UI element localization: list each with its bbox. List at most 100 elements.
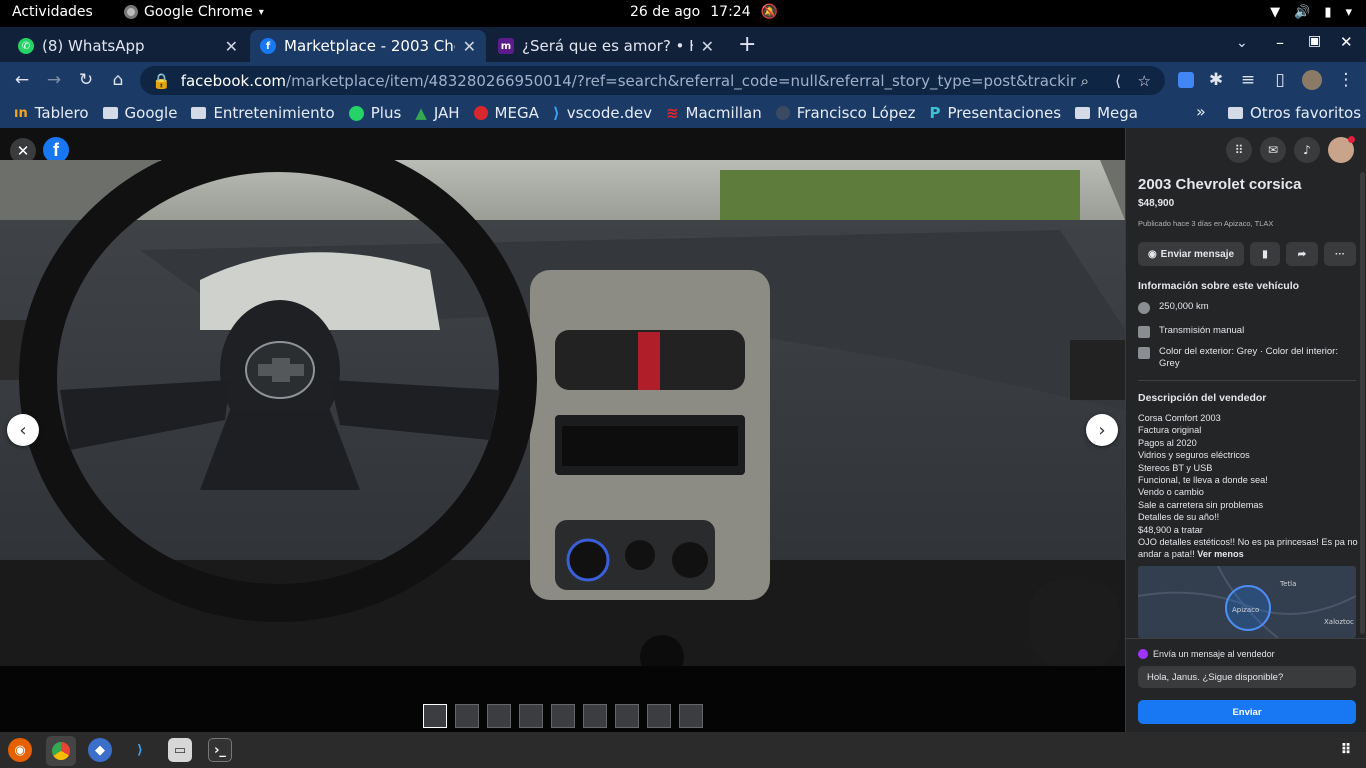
files-icon[interactable]: ▭ (168, 738, 192, 762)
facebook-icon: f (260, 38, 276, 54)
tab-hbo[interactable]: m ¿Será que es amor? • HBO ✕ (488, 30, 724, 62)
photo-thumbnail[interactable] (615, 704, 639, 728)
firefox-icon[interactable]: ◉ (8, 738, 32, 762)
google-translate-icon[interactable] (1170, 65, 1202, 95)
map-label: Xaloztoc (1324, 618, 1354, 626)
bookmark-otros-favoritos[interactable]: Otros favoritos (1228, 104, 1361, 122)
close-window-button[interactable]: ✕ (1340, 33, 1353, 51)
clock[interactable]: 26 de ago 17:24 🔕 (630, 4, 778, 20)
bookmark-plus[interactable]: Plus (348, 104, 401, 122)
app-grid-icon[interactable]: ⠿ (1334, 738, 1358, 762)
new-tab-button[interactable]: + (738, 32, 756, 57)
more-options-button[interactable]: ··· (1324, 242, 1356, 266)
bookmark-francisco-lopez[interactable]: Francisco López (775, 104, 915, 122)
chevron-down-icon: ▾ (258, 6, 264, 18)
photo-thumbnail[interactable] (679, 704, 703, 728)
photo-thumbnail[interactable] (551, 704, 575, 728)
taskbar: ◉ ◆ ⟩ ▭ ›_ ⠿ (0, 732, 1366, 768)
messenger-icon (1138, 649, 1148, 659)
activities-button[interactable]: Actividades (12, 4, 93, 20)
save-button[interactable]: ▮ (1250, 242, 1280, 266)
bookmark-entretenimiento[interactable]: Entretenimiento (191, 104, 335, 122)
photo-thumbnail[interactable] (583, 704, 607, 728)
listing-photo (0, 160, 1125, 666)
extensions-icon[interactable]: ✱ (1200, 65, 1232, 95)
send-message-button[interactable]: ◉ Enviar mensaje (1138, 242, 1244, 266)
avatar[interactable] (1328, 136, 1355, 163)
photo-thumbnail[interactable] (519, 704, 543, 728)
forward-icon[interactable]: → (38, 65, 70, 95)
see-less-link[interactable]: Ver menos (1197, 549, 1243, 559)
tab-title: Marketplace - 2003 Chevrolet (284, 37, 455, 55)
map-label: Apizaco (1232, 606, 1260, 614)
chrome-icon[interactable] (46, 736, 76, 766)
photo-thumbnail[interactable] (647, 704, 671, 728)
photo-thumbnail[interactable] (455, 704, 479, 728)
bookmark-presentaciones[interactable]: P Presentaciones (929, 104, 1061, 122)
zoom-icon[interactable]: ⌕ (1081, 72, 1089, 90)
tab-whatsapp[interactable]: ✆ (8) WhatsApp ✕ (8, 30, 248, 62)
mega-icon (473, 106, 488, 120)
vscode-icon[interactable]: ⟩ (128, 738, 152, 762)
map-label: Tetla (1280, 580, 1297, 588)
next-photo-button[interactable]: › (1086, 414, 1118, 446)
menu-icon[interactable]: ⋮ (1330, 65, 1362, 95)
hbo-max-icon: m (498, 38, 514, 54)
minimize-button[interactable]: – (1276, 33, 1284, 52)
bookmark-macmillan[interactable]: ≋ Macmillan (666, 104, 762, 122)
address-bar[interactable]: 🔒 facebook.com /marketplace/item/4832802… (140, 66, 1165, 95)
tab-strip: ✆ (8) WhatsApp ✕ f Marketplace - 2003 Ch… (0, 27, 1366, 62)
vscode-icon: ⟩ (552, 104, 560, 122)
send-button[interactable]: Enviar (1138, 700, 1356, 724)
url-host: facebook.com (180, 71, 287, 90)
system-status-area[interactable]: ▼ 🔊 ▮ ▾ (1270, 5, 1352, 20)
maximize-button[interactable]: ▣ (1308, 33, 1321, 49)
dev-tool-icon[interactable]: ◆ (88, 738, 112, 762)
bookmark-google[interactable]: Google (102, 104, 177, 122)
bookmark-jah[interactable]: ▲ JAH (415, 104, 459, 122)
tab-search-icon[interactable]: ⌄ (1236, 35, 1248, 51)
bookmark-mega-upper[interactable]: MEGA (473, 104, 539, 122)
message-input[interactable]: Hola, Janus. ¿Sigue disponible? (1138, 666, 1356, 688)
bookmark-tablero[interactable]: ın Tablero (14, 104, 89, 122)
bookmark-icon: ▮ (1262, 248, 1268, 260)
close-icon[interactable]: ✕ (225, 37, 238, 56)
profile-avatar[interactable] (1296, 65, 1328, 95)
location-map[interactable]: Tetla Apizaco Xaloztoc (1138, 566, 1356, 638)
bookmark-mega-folder[interactable]: Mega (1075, 104, 1138, 122)
menu-grid-icon[interactable]: ⠿ (1226, 137, 1252, 163)
previous-photo-button[interactable]: ‹ (7, 414, 39, 446)
bookmark-star-icon[interactable]: ☆ (1138, 72, 1151, 90)
paint-brush-icon (1138, 347, 1150, 359)
tablero-icon: ın (14, 105, 28, 121)
message-seller-box: Envía un mensaje al vendedor Hola, Janus… (1126, 638, 1366, 732)
close-icon[interactable]: ✕ (463, 37, 476, 56)
back-icon[interactable]: ← (6, 65, 38, 95)
url-path: /marketplace/item/483280266950014/?ref=s… (286, 71, 1077, 90)
photo-thumbnail[interactable] (487, 704, 511, 728)
photo-thumbnail[interactable] (423, 704, 447, 728)
chrome-icon (124, 5, 138, 19)
app-menu[interactable]: Google Chrome ▾ (124, 4, 264, 20)
bookmark-vscode[interactable]: ⟩ vscode.dev (553, 104, 652, 122)
close-icon[interactable]: ✕ (701, 37, 714, 56)
notifications-icon[interactable]: ♪ (1294, 137, 1320, 163)
share-icon: ➦ (1297, 248, 1307, 260)
tab-marketplace[interactable]: f Marketplace - 2003 Chevrolet ✕ (250, 30, 486, 62)
more-bookmarks-icon[interactable]: » (1196, 102, 1206, 121)
messenger-icon[interactable]: ✉ (1260, 137, 1286, 163)
media-controls-icon[interactable]: ≡ (1232, 65, 1264, 95)
whatsapp-icon: ✆ (18, 38, 34, 54)
scrollbar[interactable] (1360, 172, 1365, 634)
folder-icon (102, 107, 118, 119)
volume-icon: 🔊 (1294, 5, 1311, 20)
terminal-icon[interactable]: ›_ (208, 738, 232, 762)
share-button[interactable]: ➦ (1286, 242, 1318, 266)
vehicle-info-heading: Información sobre este vehículo (1138, 280, 1300, 292)
home-icon[interactable]: ⌂ (102, 65, 134, 95)
whatsapp-icon (348, 105, 364, 121)
side-panel-icon[interactable]: ▯ (1264, 65, 1296, 95)
share-icon[interactable]: ⟨ (1115, 72, 1121, 90)
divider (1138, 380, 1356, 381)
reload-icon[interactable]: ↻ (70, 65, 102, 95)
